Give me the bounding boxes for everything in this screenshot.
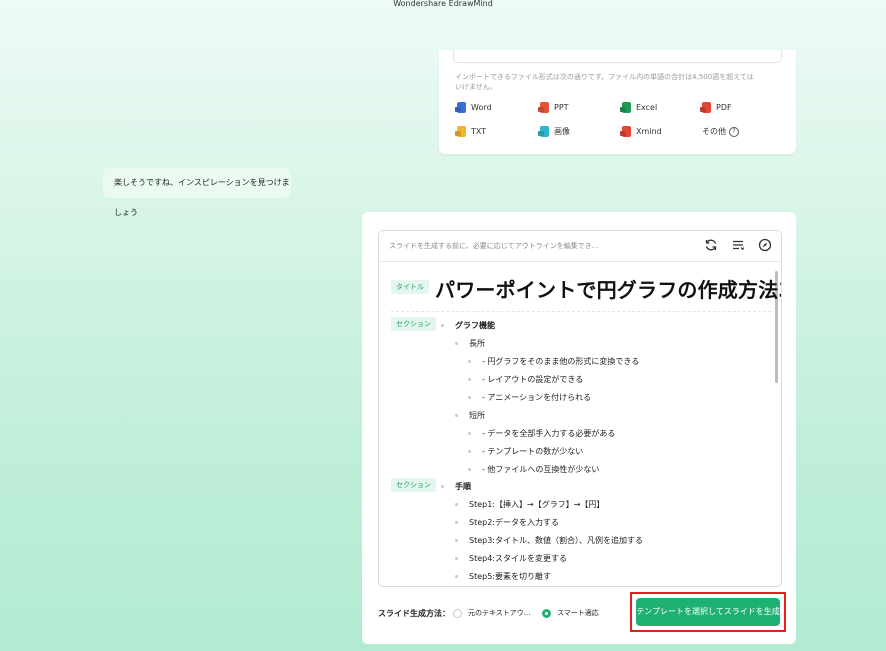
bullet-dot	[468, 450, 471, 453]
word-file-icon	[457, 102, 466, 113]
bullet-dot	[468, 432, 471, 435]
bullet-dot	[455, 521, 458, 524]
list-item[interactable]: Step4:スタイルを変更する	[455, 553, 567, 564]
list-item[interactable]: - 他ファイルへの互換性が少ない	[468, 464, 599, 475]
file-type-excel: Excel	[622, 102, 657, 113]
section-heading[interactable]: グラフ機能	[441, 320, 495, 331]
import-note: インポートできるファイル形式は次の通りです。ファイル内の単語の合計は4,500語…	[455, 73, 754, 91]
outline-header: スライドを生成する前に、必要に応じてアウトラインを編集でき...	[379, 231, 781, 262]
bullet-dot	[455, 557, 458, 560]
bullet-dot	[468, 378, 471, 381]
bullet-dot	[441, 485, 444, 488]
file-type-label: PDF	[716, 103, 732, 112]
bullet-dot	[455, 503, 458, 506]
list-item[interactable]: Step3:タイトル、数値（割合）、凡例を追加する	[455, 535, 643, 546]
file-type-label: その他	[702, 127, 726, 136]
pdf-file-icon	[702, 102, 711, 113]
bullet-dot	[441, 324, 444, 327]
file-type-label: PPT	[554, 103, 569, 112]
ppt-file-icon	[540, 102, 549, 113]
list-item[interactable]: Step5:要素を切り離す	[455, 571, 551, 582]
outline-card: スライドを生成する前に、必要に応じてアウトラインを編集でき... タイトル パワ…	[362, 212, 796, 644]
bullet-dot	[455, 575, 458, 578]
section-tag: セクション	[391, 478, 436, 492]
file-type-label: TXT	[471, 127, 487, 136]
outline-hint: スライドを生成する前に、必要に応じてアウトラインを編集でき...	[389, 242, 599, 250]
list-item[interactable]: - データを全部手入力する必要がある	[468, 428, 615, 439]
bullet-dot	[455, 414, 458, 417]
radio-smart-adapt[interactable]: スマート適応	[542, 608, 599, 618]
file-type-label: 画像	[554, 127, 570, 136]
file-type-txt: TXT	[457, 126, 486, 137]
generation-method-label: スライド生成方法：	[378, 609, 450, 618]
chat-message: 楽しそうですね、インスピレーションを見つけましょう	[103, 168, 291, 217]
radio-original-text[interactable]: 元のテキストアウ...	[453, 608, 530, 618]
radio-button-selected[interactable]	[542, 608, 551, 618]
file-type-ppt: PPT	[540, 102, 569, 113]
bullet-dot	[468, 396, 471, 399]
section-heading[interactable]: 手順	[441, 481, 471, 492]
title-divider	[391, 311, 771, 312]
radio-button[interactable]	[453, 608, 462, 618]
refresh-icon[interactable]	[704, 238, 718, 252]
outline-editor[interactable]: スライドを生成する前に、必要に応じてアウトラインを編集でき... タイトル パワ…	[378, 230, 782, 587]
bullet-dot	[468, 360, 471, 363]
app-title: Wondershare EdrawMind	[393, 0, 493, 8]
file-type-word: Word	[457, 102, 492, 113]
section-tag: セクション	[391, 317, 436, 331]
bullet-dot	[455, 342, 458, 345]
list-filter-icon[interactable]	[731, 238, 745, 252]
txt-file-icon	[457, 126, 466, 137]
file-type-xmind: Xmind	[622, 126, 662, 137]
list-item[interactable]: - テンプレートの数が少ない	[468, 446, 583, 457]
list-item[interactable]: 短所	[455, 410, 485, 421]
title-tag: タイトル	[391, 280, 429, 294]
file-type-label: Word	[471, 103, 492, 112]
bullet-dot	[455, 539, 458, 542]
list-item[interactable]: 長所	[455, 338, 485, 349]
list-item[interactable]: - 円グラフをそのまま他の形式に変換できる	[468, 356, 639, 367]
file-type-image: 画像	[540, 126, 570, 137]
file-type-label: Excel	[636, 103, 658, 112]
xmind-file-icon	[622, 126, 631, 137]
image-file-icon	[540, 126, 549, 137]
file-type-pdf: PDF	[702, 102, 732, 113]
file-type-other[interactable]: その他 ?	[702, 126, 739, 137]
import-drop-field[interactable]	[453, 50, 782, 63]
list-item[interactable]: Step1:【挿入】→【グラフ】→【円】	[455, 499, 604, 510]
help-circle-icon[interactable]: ?	[729, 126, 739, 137]
import-panel: インポートできるファイル形式は次の通りです。ファイル内の単語の合計は4,500語…	[439, 50, 796, 154]
outline-title[interactable]: パワーポイントで円グラフの作成方法3選	[435, 274, 781, 303]
excel-file-icon	[622, 102, 631, 113]
list-item[interactable]: Step2:データを入力する	[455, 517, 559, 528]
list-item[interactable]: - レイアウトの設定ができる	[468, 374, 583, 385]
compass-icon[interactable]	[758, 238, 772, 252]
bullet-dot	[468, 468, 471, 471]
generate-slides-button[interactable]: テンプレートを選択してスライドを生成	[636, 598, 780, 626]
list-item[interactable]: - アニメーションを付けられる	[468, 392, 591, 403]
file-type-label: Xmind	[636, 127, 662, 136]
